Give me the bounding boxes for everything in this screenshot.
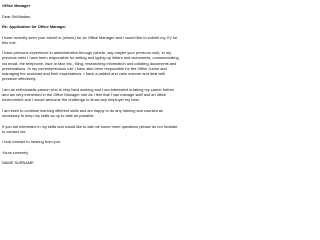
paragraph-line: environment and I would welcome the chal…: [2, 97, 140, 103]
paragraph-experience: I have previous experience in administra…: [2, 50, 228, 82]
paragraph-line: to contact me.: [2, 128, 27, 134]
sign-off: Yours sincerely: [2, 149, 29, 155]
paragraph-line: I look forward to hearing from you.: [2, 139, 62, 145]
paragraph-learning: I am keen to continue learning different…: [2, 108, 228, 119]
paragraph-motivation: I am an enthusiastic person who is very …: [2, 87, 228, 103]
paragraph-line: pressure effectively.: [2, 76, 37, 82]
paragraph-signoff: Yours sincerely: [2, 150, 228, 155]
cover-letter: Office Manager Dear Sir/Madam, Re: Appli…: [2, 3, 228, 165]
paragraph-intro: I have recently seen your advert in (whe…: [2, 35, 228, 46]
paragraph-contact: If you are interested in my skills and w…: [2, 124, 228, 135]
paragraph-line: necessary to keep my skills as up to dat…: [2, 113, 95, 119]
paragraph-line: this role.: [2, 39, 17, 45]
paragraph-closing: I look forward to hearing from you.: [2, 139, 228, 144]
signature-name: NAME SURNAME: [2, 160, 34, 166]
